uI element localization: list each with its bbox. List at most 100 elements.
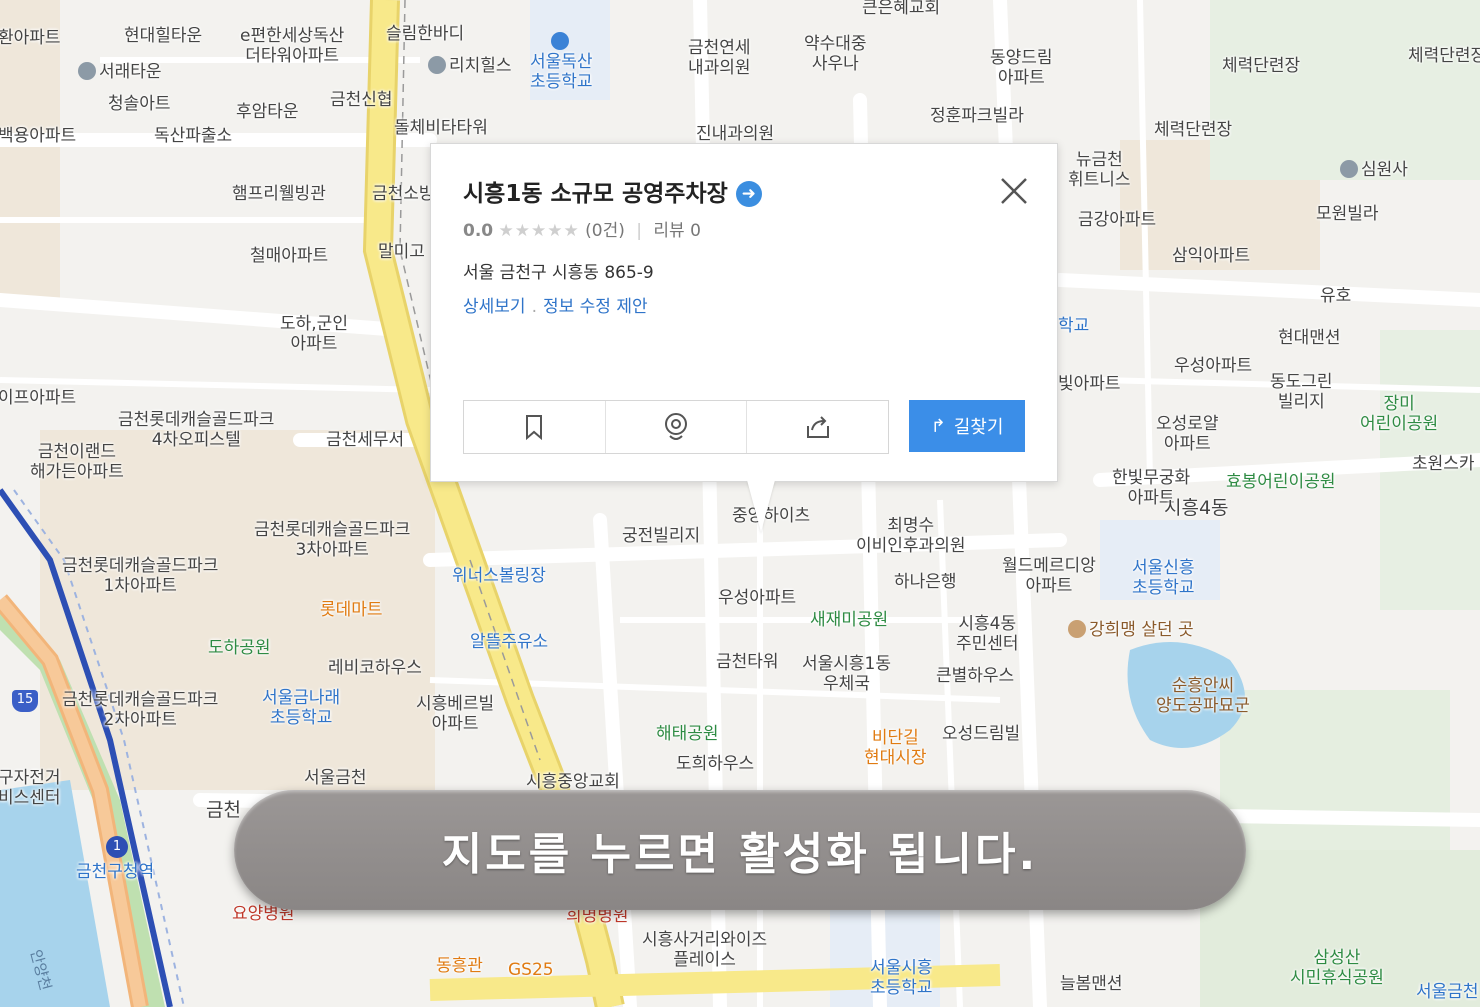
map-label[interactable]: 서울금천 <box>304 768 367 788</box>
map-label[interactable]: 우성아파트 <box>1174 356 1252 376</box>
temple-icon <box>1340 160 1358 178</box>
map-label[interactable]: 현대힐타운 <box>124 26 202 46</box>
map-label[interactable]: 궁전빌리지 <box>622 526 700 546</box>
detail-link[interactable]: 상세보기 <box>463 297 526 317</box>
map-label[interactable]: 금천롯데캐슬골드파크 4차오피스텔 <box>118 410 274 450</box>
map-label[interactable]: 도희하우스 <box>676 754 754 774</box>
map-label[interactable]: 큰은혜교회 <box>862 0 940 18</box>
map-label[interactable]: 백용아파트 <box>0 126 76 146</box>
map-label[interactable]: 오성드림빌 <box>942 724 1020 744</box>
map-label[interactable]: 순흥안씨 양도공파묘군 <box>1156 676 1250 716</box>
review-count[interactable]: 리뷰 0 <box>653 221 701 241</box>
rating-count: (0건) <box>585 221 625 241</box>
map-label[interactable]: 서울독산 초등학교 <box>530 32 593 92</box>
map-label[interactable]: 정훈파크빌라 <box>930 106 1024 126</box>
map-label[interactable]: e편한세상독산 더타워아파트 <box>240 26 344 66</box>
map-label[interactable]: 우성아파트 <box>718 588 796 608</box>
map-label[interactable]: 슬림한바디 <box>386 24 464 44</box>
map-label[interactable]: 후암타운 <box>236 102 299 122</box>
map-label[interactable]: 환아파트 <box>0 28 61 48</box>
map-label[interactable]: 위너스볼링장 <box>452 566 546 586</box>
activate-map-banner[interactable]: 지도를 누르면 활성화 됩니다. <box>234 790 1246 910</box>
map-label[interactable]: 철매아파트 <box>250 246 328 266</box>
map-label[interactable]: 모원빌라 <box>1316 204 1379 224</box>
map-label[interactable]: 레비코하우스 <box>328 658 422 678</box>
map-label[interactable]: 금천연세 내과의원 <box>688 38 751 78</box>
map-label[interactable]: 도하,군인 아파트 <box>280 314 348 354</box>
map-label[interactable]: 현대맨션 <box>1278 328 1341 348</box>
map-label[interactable]: 알뜰주유소 <box>470 632 548 652</box>
map-label[interactable]: 초원스카 <box>1412 454 1475 474</box>
roadview-button[interactable] <box>606 401 748 453</box>
map-label[interactable]: 서울금천 <box>1416 982 1479 1002</box>
map-label[interactable]: 금천롯데캐슬골드파크 2차아파트 <box>62 690 218 730</box>
map-label[interactable]: 금천 <box>206 800 241 820</box>
map-label[interactable]: 최명수 이비인후과의원 <box>856 516 965 556</box>
map-label[interactable]: 서울신흥 초등학교 <box>1132 558 1195 598</box>
map-label[interactable]: 금천이랜드 해가든아파트 <box>30 442 124 482</box>
map-label[interactable]: 시흥사거리와이즈 플레이스 <box>642 930 767 970</box>
map-label[interactable]: 도하공원 <box>208 638 271 658</box>
map-label[interactable]: 금강아파트 <box>1078 210 1156 230</box>
map-label[interactable]: 오성로얄 아파트 <box>1156 414 1219 454</box>
map-label[interactable]: 서래타운 <box>78 62 162 82</box>
close-icon[interactable] <box>997 174 1031 208</box>
map-label[interactable]: 독산파출소 <box>154 126 232 146</box>
map-label[interactable]: 심원사 <box>1340 160 1408 180</box>
map-label[interactable]: 동도그린 빌리지 <box>1270 372 1333 412</box>
map-label[interactable]: 삼익아파트 <box>1172 246 1250 266</box>
map-label[interactable]: GS25 <box>508 960 554 980</box>
map-label[interactable]: 해태공원 <box>656 724 719 744</box>
directions-button[interactable]: ↱ 길찾기 <box>909 400 1025 452</box>
map-label[interactable]: 금천롯데캐슬골드파크 3차아파트 <box>254 520 410 560</box>
map-label[interactable]: 시흥4동 <box>1164 498 1229 518</box>
map-label[interactable]: 동흥관 <box>436 956 483 976</box>
map-label[interactable]: 늘봄맨션 <box>1060 974 1123 994</box>
map-label[interactable]: 진내과의원 <box>696 124 774 144</box>
map-label[interactable]: 시흥4동 주민센터 <box>956 614 1019 654</box>
map-label[interactable]: 약수대중 사우나 <box>804 34 867 74</box>
map-label[interactable]: 리치힐스 <box>428 56 512 76</box>
map-label[interactable]: 장미 어린이공원 <box>1360 394 1438 434</box>
map-label[interactable]: 유호 <box>1320 286 1351 306</box>
share-button[interactable] <box>747 401 888 453</box>
map-label[interactable]: 새재미공원 <box>810 610 888 630</box>
map-label[interactable]: 햄프리웰빙관 <box>232 184 326 204</box>
map-label[interactable]: 하나은행 <box>894 572 957 592</box>
map-label[interactable]: 서울금나래 초등학교 <box>262 688 340 728</box>
map-label[interactable]: 청솔아트 <box>108 94 171 114</box>
map-label[interactable]: 이프아파트 <box>0 388 76 408</box>
map-label[interactable]: 학교 <box>1058 316 1089 336</box>
map-label[interactable]: 빛아파트 <box>1058 374 1121 394</box>
map-label[interactable]: 금천구청역 <box>76 862 154 882</box>
map-label[interactable]: 금천타워 <box>716 652 779 672</box>
map-label[interactable]: 서울시흥1동 우체국 <box>802 654 891 694</box>
map-label[interactable]: 돌체비타타워 <box>394 118 488 138</box>
map-label[interactable]: 체력단련장 <box>1154 120 1232 140</box>
map-label[interactable]: 서울시흥 초등학교 <box>870 958 933 998</box>
map-label[interactable]: 동양드림 아파트 <box>990 48 1053 88</box>
map-label[interactable]: 금천세무서 <box>326 430 404 450</box>
map-label[interactable]: 강희맹 살던 곳 <box>1068 620 1194 640</box>
star-rating-icon: ★★★★★ <box>498 221 580 241</box>
map-label[interactable]: 롯데마트 <box>320 600 383 620</box>
map-label[interactable]: 삼성산 시민휴식공원 <box>1290 948 1384 988</box>
map-label[interactable]: 금천소방 <box>372 184 435 204</box>
map-label[interactable]: 뉴금천 휘트니스 <box>1068 150 1131 190</box>
place-title[interactable]: 시흥1동 소규모 공영주차장 ➜ <box>463 174 762 208</box>
map-label[interactable]: 큰별하우스 <box>936 666 1014 686</box>
map-label[interactable]: 말미고 <box>378 242 425 262</box>
map-label[interactable]: 구자전거 비스센터 <box>0 768 61 808</box>
map-label[interactable]: 시흥베르빌 아파트 <box>416 694 494 734</box>
map-label[interactable]: 시흥중앙교회 <box>526 772 620 792</box>
map-label[interactable]: 효봉어린이공원 <box>1226 472 1335 492</box>
map-label[interactable]: 비단길 현대시장 <box>864 728 927 768</box>
map-label[interactable]: 금천신협 <box>330 90 393 110</box>
map-label[interactable]: 체력단련장 <box>1408 46 1480 66</box>
suggest-edit-link[interactable]: 정보 수정 제안 <box>543 297 648 317</box>
map-label[interactable]: 체력단련장 <box>1222 56 1300 76</box>
map-label[interactable]: 월드메르디앙 아파트 <box>1002 556 1096 596</box>
arrow-right-circle-icon[interactable]: ➜ <box>735 181 762 207</box>
map-label[interactable]: 금천롯데캐슬골드파크 1차아파트 <box>62 556 218 596</box>
save-button[interactable] <box>464 401 606 453</box>
